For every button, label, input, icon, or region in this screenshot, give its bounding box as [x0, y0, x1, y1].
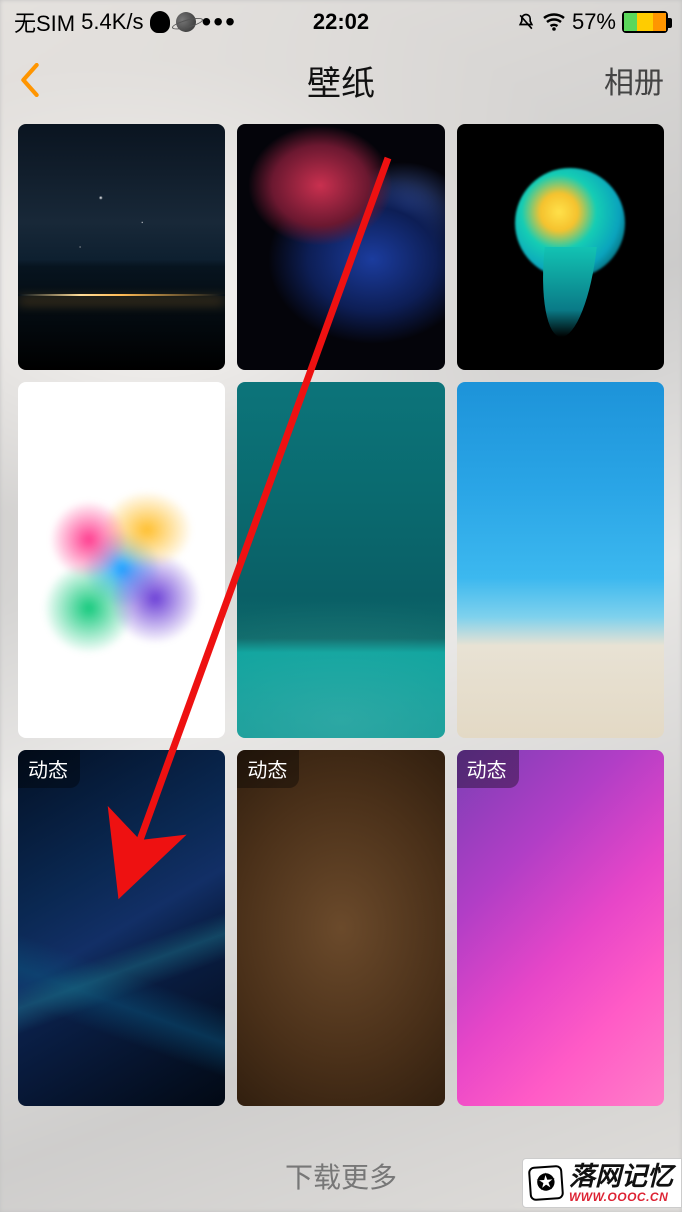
back-button[interactable] [10, 60, 50, 100]
watermark-url: WWW.OOOC.CN [569, 1191, 673, 1203]
album-button[interactable]: 相册 [604, 58, 664, 102]
wallpaper-color-smoke[interactable] [237, 124, 444, 370]
wallpaper-blue-waves[interactable]: 动态 [18, 750, 225, 1106]
watermark-name: 落网记忆 [569, 1163, 673, 1189]
battery-pct: 57% [572, 9, 616, 35]
page-title: 壁纸 [307, 56, 375, 105]
nav-bar: 壁纸 相册 [0, 44, 682, 116]
wifi-icon [542, 12, 566, 32]
clock: 22:02 [313, 9, 369, 35]
download-more-button[interactable]: 下载更多 [285, 1156, 397, 1196]
wallpaper-pink-gradient[interactable]: 动态 [457, 750, 664, 1106]
battery-icon [622, 11, 668, 33]
planet-icon [173, 10, 197, 34]
wallpaper-color-powder[interactable] [18, 382, 225, 738]
qq-icon [150, 11, 170, 33]
mute-icon [516, 11, 536, 33]
status-right: 57% [516, 9, 668, 35]
chevron-left-icon [20, 63, 40, 97]
wallpaper-brown-abstract[interactable]: 动态 [237, 750, 444, 1106]
wallpaper-teal-ocean[interactable] [237, 382, 444, 738]
wallpaper-night-sky[interactable] [18, 124, 225, 370]
sim-status: 无SIM [14, 6, 75, 38]
wallpaper-beach-aerial[interactable] [457, 382, 664, 738]
watermark-icon: ✪ [528, 1165, 564, 1201]
dynamic-badge: 动态 [457, 750, 519, 788]
dynamic-badge: 动态 [18, 750, 80, 788]
dynamic-badge: 动态 [237, 750, 299, 788]
wallpaper-grid[interactable]: 动态 动态 动态 [0, 120, 682, 1140]
wallpaper-betta-fish[interactable] [457, 124, 664, 370]
status-bar: 无SIM 5.4K/s ••• 22:02 57% [0, 0, 682, 44]
watermark: ✪ 落网记忆 WWW.OOOC.CN [522, 1158, 682, 1208]
more-icon: ••• [202, 17, 237, 27]
status-left: 无SIM 5.4K/s ••• [14, 6, 237, 38]
net-speed: 5.4K/s [81, 9, 143, 35]
